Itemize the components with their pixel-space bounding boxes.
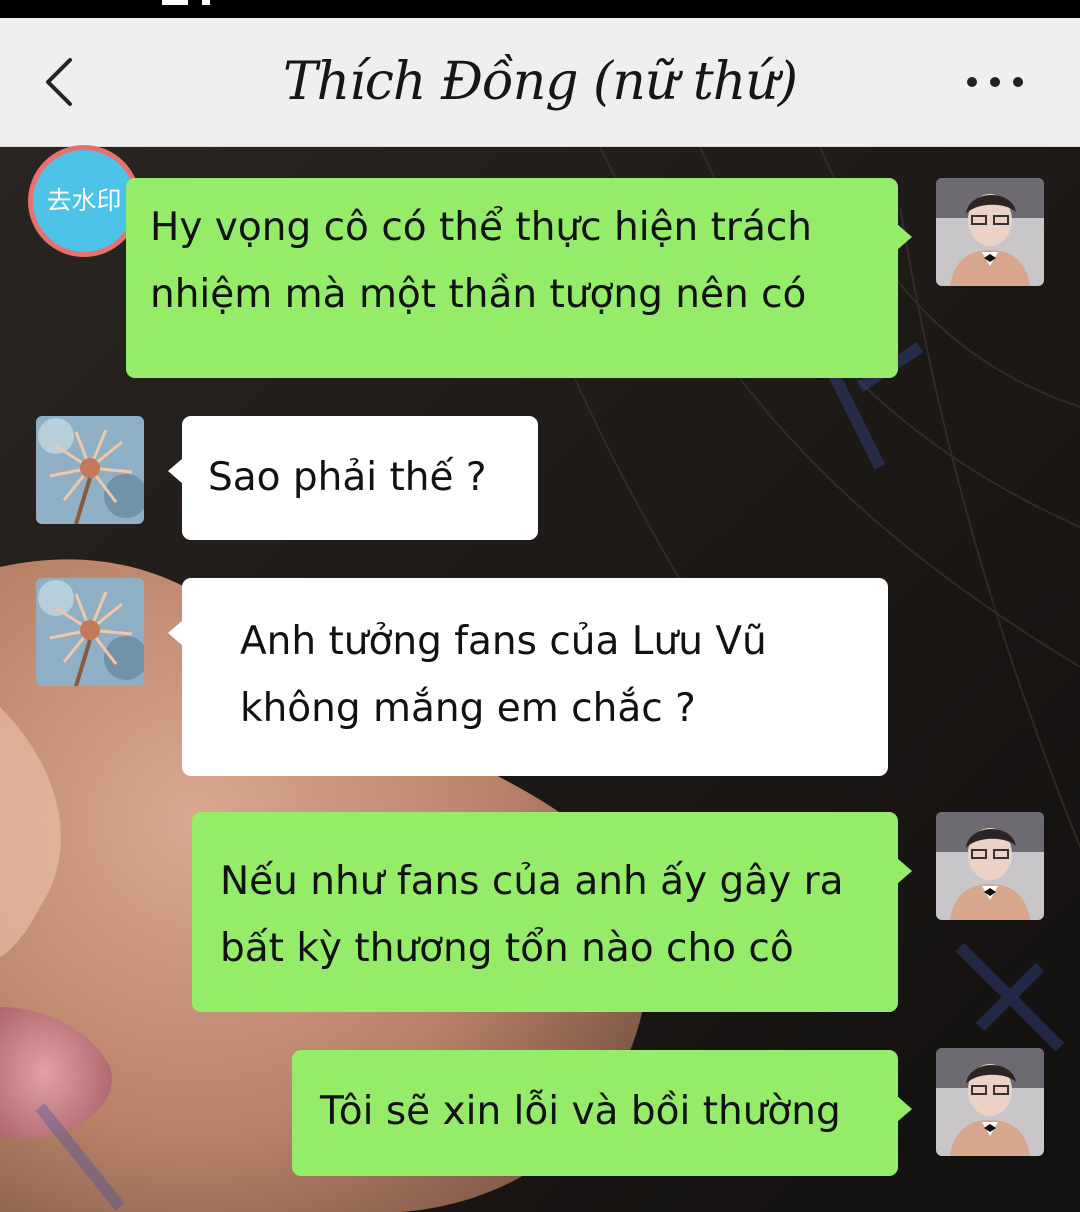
- message-bubble-sent[interactable]: Nếu như fans của anh ấy gây ra bất kỳ th…: [192, 812, 898, 1012]
- person-avatar-icon: [936, 812, 1044, 920]
- self-avatar[interactable]: [936, 178, 1044, 286]
- message-text-line: Hy vọng cô có thể thực hiện trách: [150, 205, 813, 250]
- chat-title: Thích Đồng (nữ thứ): [283, 52, 798, 112]
- watermark-remove-badge[interactable]: 去水印: [28, 145, 140, 257]
- contact-avatar[interactable]: [36, 578, 144, 686]
- status-bar: [0, 0, 1080, 18]
- message-text-line: Anh tưởng fans của Lưu Vũ: [240, 619, 767, 664]
- message-text-line: không mắng em chắc ?: [240, 686, 696, 731]
- person-avatar-icon: [936, 178, 1044, 286]
- self-avatar[interactable]: [936, 1048, 1044, 1156]
- dandelion-avatar-icon: [36, 578, 144, 686]
- message-text-line: bất kỳ thương tổn nào cho cô: [220, 926, 794, 971]
- bubble-tail: [897, 224, 912, 250]
- message-text-line: nhiệm mà một thần tượng nên có: [150, 272, 807, 317]
- message-bubble-received[interactable]: Anh tưởng fans của Lưu Vũ không mắng em …: [182, 578, 888, 776]
- bubble-tail: [897, 858, 912, 884]
- dandelion-avatar-icon: [36, 416, 144, 524]
- self-avatar[interactable]: [936, 812, 1044, 920]
- person-avatar-icon: [936, 1048, 1044, 1156]
- chevron-left-icon: [46, 58, 72, 106]
- bubble-tail: [168, 458, 183, 484]
- message-bubble-received[interactable]: Sao phải thế ?: [182, 416, 538, 540]
- more-options-button[interactable]: [962, 70, 1032, 94]
- chat-header: Thích Đồng (nữ thứ): [0, 18, 1080, 147]
- bubble-tail: [897, 1096, 912, 1122]
- bubble-tail: [168, 620, 183, 646]
- more-dots-icon: [967, 77, 1023, 87]
- message-text-line: Tôi sẽ xin lỗi và bồi thường: [320, 1089, 841, 1134]
- message-text-line: Nếu như fans của anh ấy gây ra: [220, 859, 844, 904]
- back-button[interactable]: [38, 54, 84, 110]
- message-bubble-sent[interactable]: Tôi sẽ xin lỗi và bồi thường: [292, 1050, 898, 1176]
- contact-avatar[interactable]: [36, 416, 144, 524]
- status-icon: [162, 0, 210, 5]
- message-bubble-sent[interactable]: Hy vọng cô có thể thực hiện trách nhiệm …: [126, 178, 898, 378]
- message-text-line: Sao phải thế ?: [208, 455, 487, 500]
